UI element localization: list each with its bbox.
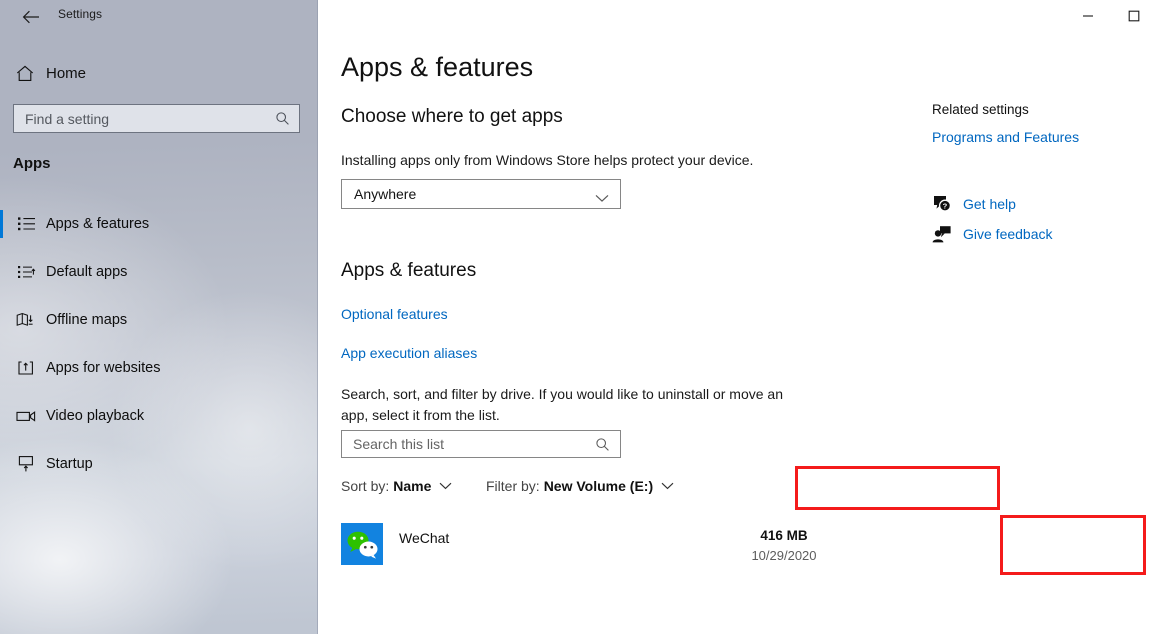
give-feedback-label: Give feedback — [963, 226, 1053, 242]
video-camera-icon — [14, 409, 38, 423]
app-size-date-highlight — [1000, 515, 1146, 575]
maximize-icon[interactable] — [1111, 0, 1157, 32]
back-arrow-icon[interactable] — [14, 4, 48, 30]
app-execution-aliases-link[interactable]: App execution aliases — [341, 345, 477, 361]
sidebar-item-default-apps[interactable]: Default apps — [0, 252, 318, 292]
sidebar-item-home-label: Home — [46, 64, 87, 82]
optional-features-link[interactable]: Optional features — [341, 306, 448, 322]
app-title: Settings — [58, 7, 103, 21]
get-help-label: Get help — [963, 195, 1016, 212]
sort-by-label: Sort by: — [341, 478, 390, 494]
programs-and-features-link[interactable]: Programs and Features — [932, 129, 1079, 145]
sort-by-value: Name — [393, 478, 432, 494]
app-source-dropdown[interactable]: Anywhere — [341, 179, 621, 209]
sidebar-item-label: Startup — [46, 456, 93, 472]
feedback-person-icon — [927, 225, 957, 243]
get-help-link[interactable]: ? Get help — [927, 194, 1016, 213]
help-question-bubble-icon: ? — [927, 194, 957, 213]
search-input[interactable]: Find a setting — [13, 104, 300, 133]
sort-by-dropdown[interactable]: Sort by: Name — [341, 478, 452, 494]
settings-window: Settings Home Find a setting Apps Apps &… — [0, 0, 1157, 634]
sidebar-item-apps-for-websites[interactable]: Apps for websites — [0, 348, 318, 388]
selection-indicator — [0, 210, 3, 238]
sidebar-group-heading: Apps — [13, 155, 51, 172]
selection-indicator — [0, 450, 3, 478]
section-heading-choose-source: Choose where to get apps — [341, 106, 563, 127]
app-source-dropdown-value: Anywhere — [354, 186, 417, 202]
chevron-down-icon — [661, 482, 674, 490]
svg-text:?: ? — [943, 201, 948, 210]
selection-indicator — [0, 354, 3, 382]
app-website-icon — [14, 360, 38, 376]
home-icon — [14, 65, 36, 82]
filter-by-dropdown[interactable]: Filter by: New Volume (E:) — [486, 478, 674, 494]
filter-by-value: New Volume (E:) — [543, 478, 654, 494]
filter-by-highlight — [795, 466, 1000, 510]
app-name: WeChat — [399, 530, 450, 546]
filter-by-label: Filter by: — [486, 478, 540, 494]
search-list-input[interactable]: Search this list — [341, 430, 621, 458]
section-heading-apps-features: Apps & features — [341, 260, 477, 281]
search-icon — [275, 111, 290, 131]
startup-monitor-icon — [14, 455, 38, 473]
search-icon — [595, 437, 610, 457]
sidebar-item-apps-features[interactable]: Apps & features — [0, 204, 318, 244]
app-size: 416 MB — [760, 528, 808, 543]
list-bullet-icon — [14, 216, 38, 232]
selection-indicator — [0, 258, 3, 286]
window-controls — [1065, 0, 1157, 32]
section-description-apps-features: Search, sort, and filter by drive. If yo… — [341, 386, 783, 423]
map-download-icon — [14, 312, 38, 329]
chevron-down-icon — [439, 482, 452, 490]
search-input-placeholder: Find a setting — [25, 110, 110, 127]
section-description-choose-source: Installing apps only from Windows Store … — [341, 152, 754, 168]
page-title: Apps & features — [341, 52, 534, 82]
default-apps-icon — [14, 264, 38, 280]
main-content: Apps & features Choose where to get apps… — [318, 0, 1157, 634]
selection-indicator — [0, 306, 3, 334]
give-feedback-link[interactable]: Give feedback — [927, 225, 1053, 243]
sidebar-item-label: Offline maps — [46, 312, 128, 328]
app-install-date: 10/29/2020 — [751, 548, 817, 563]
sidebar-item-label: Default apps — [46, 264, 128, 280]
search-list-placeholder: Search this list — [353, 436, 445, 452]
sidebar-item-video-playback[interactable]: Video playback — [0, 396, 318, 436]
wechat-app-icon — [341, 523, 383, 565]
minimize-icon[interactable] — [1065, 0, 1111, 32]
sidebar-item-offline-maps[interactable]: Offline maps — [0, 300, 318, 340]
sidebar: Settings Home Find a setting Apps Apps &… — [0, 0, 318, 634]
related-settings-heading: Related settings — [932, 102, 1029, 117]
sidebar-item-label: Video playback — [46, 408, 145, 424]
sidebar-item-home[interactable]: Home — [0, 58, 318, 88]
chevron-down-icon — [595, 190, 609, 208]
sidebar-item-label: Apps for websites — [46, 360, 161, 376]
selection-indicator — [0, 402, 3, 430]
title-bar: Settings — [0, 0, 318, 32]
sidebar-item-startup[interactable]: Startup — [0, 444, 318, 484]
sidebar-item-label: Apps & features — [46, 216, 150, 232]
app-list-item[interactable]: WeChat 416 MB 10/29/2020 — [341, 520, 861, 572]
